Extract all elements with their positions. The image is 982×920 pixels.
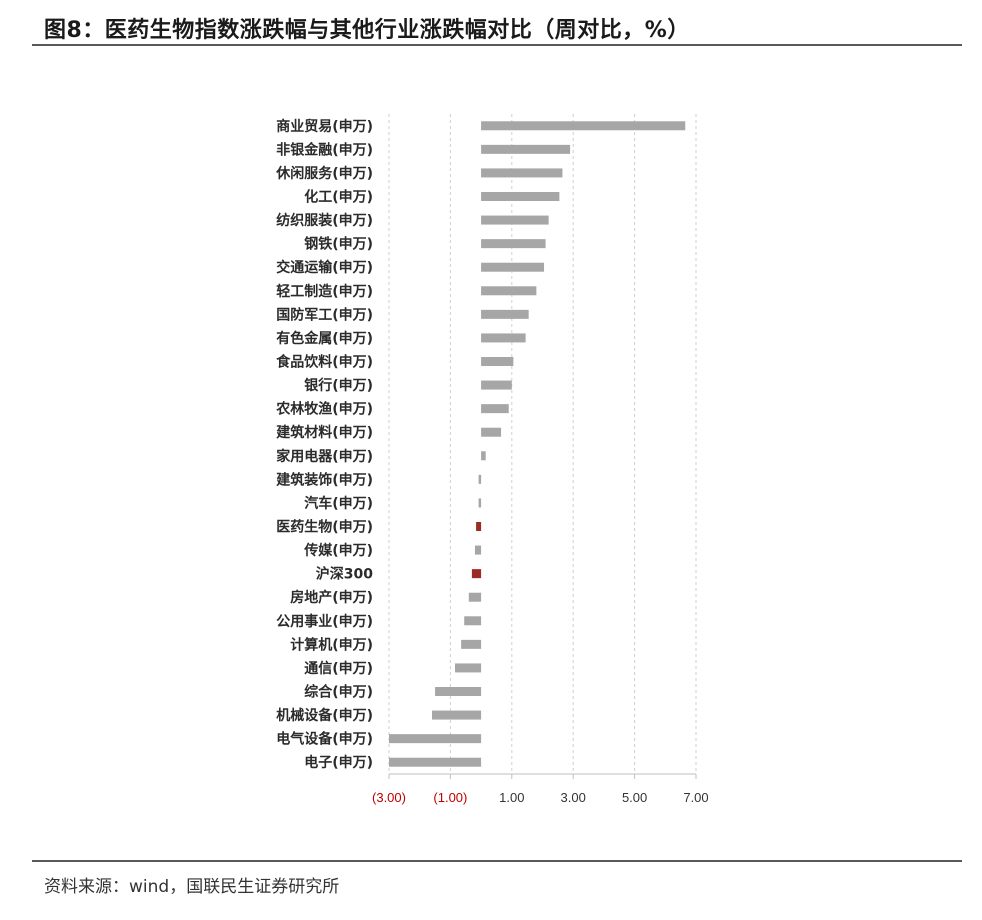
bar-26 xyxy=(389,734,482,744)
bar-12 xyxy=(481,404,509,414)
bar-22 xyxy=(461,639,482,649)
bar-21 xyxy=(464,616,482,626)
footer-divider xyxy=(32,860,962,862)
bar-3 xyxy=(481,192,560,201)
bar-17 xyxy=(476,522,482,531)
source-note: 资料来源：wind，国联民生证券研究所 xyxy=(44,877,340,897)
x-tick-label-5: 7.00 xyxy=(683,790,708,805)
bar-23 xyxy=(455,663,482,673)
category-label-24: 综合(申万) xyxy=(304,684,373,701)
x-tick-label-3: 3.00 xyxy=(561,790,586,805)
bar-20 xyxy=(468,592,482,602)
category-label-19: 沪深300 xyxy=(316,566,373,583)
bar-18 xyxy=(474,545,482,555)
category-label-21: 公用事业(申万) xyxy=(276,613,373,630)
category-label-9: 有色金属(申万) xyxy=(276,330,373,347)
bar-4 xyxy=(481,215,549,225)
category-label-16: 汽车(申万) xyxy=(304,495,373,512)
category-label-17: 医药生物(申万) xyxy=(276,519,373,536)
bar-9 xyxy=(481,333,526,343)
bar-10 xyxy=(481,357,514,366)
bar-chart: (3.00) (1.00) 1.00 3.00 5.00 7.00 商业贸易(申万) 非银金融… xyxy=(0,0,982,920)
chart-svg: (3.00) (1.00) 1.00 3.00 5.00 7.00 商业贸易(申万) 非银金融… xyxy=(275,114,709,805)
category-label-5: 钢铁(申万) xyxy=(304,236,373,253)
bar-6 xyxy=(481,262,545,272)
category-label-13: 建筑材料(申万) xyxy=(276,424,373,441)
category-label-12: 农林牧渔(申万) xyxy=(275,401,373,418)
category-label-15: 建筑装饰(申万) xyxy=(276,471,373,488)
x-tick-label-4: 5.00 xyxy=(622,790,647,805)
category-label-6: 交通运输(申万) xyxy=(276,259,373,276)
category-label-8: 国防军工(申万) xyxy=(276,306,373,323)
category-label-0: 商业贸易(申万) xyxy=(276,118,373,135)
bar-8 xyxy=(481,309,529,319)
category-label-4: 纺织服装(申万) xyxy=(276,212,373,229)
bar-5 xyxy=(481,239,546,249)
bar-15 xyxy=(478,474,482,484)
bar-16 xyxy=(478,498,482,508)
bar-14 xyxy=(481,451,486,461)
category-label-2: 休闲服务(申万) xyxy=(275,165,373,182)
category-label-22: 计算机(申万) xyxy=(290,636,373,653)
category-label-25: 机械设备(申万) xyxy=(276,707,373,724)
bar-27 xyxy=(389,757,482,767)
bar-19 xyxy=(471,569,482,579)
x-tick-label-2: 1.00 xyxy=(499,790,524,805)
category-label-18: 传媒(申万) xyxy=(303,542,373,559)
bar-0 xyxy=(481,121,686,131)
bar-24 xyxy=(435,687,482,696)
category-label-10: 食品饮料(申万) xyxy=(276,354,373,371)
bar-7 xyxy=(481,286,537,296)
bar-11 xyxy=(481,380,512,390)
x-tick-label-1: (1.00) xyxy=(433,790,467,805)
bar-25 xyxy=(431,710,482,720)
bar-13 xyxy=(481,427,502,437)
x-tick-label-0: (3.00) xyxy=(372,790,406,805)
category-label-11: 银行(申万) xyxy=(304,377,373,394)
bar-2 xyxy=(481,168,563,178)
category-label-20: 房地产(申万) xyxy=(290,589,373,606)
category-label-26: 电气设备(申万) xyxy=(276,731,373,748)
bar-1 xyxy=(481,144,571,154)
category-label-7: 轻工制造(申万) xyxy=(276,283,373,300)
category-label-1: 非银金融(申万) xyxy=(276,141,373,158)
category-label-14: 家用电器(申万) xyxy=(276,448,373,465)
category-label-27: 电子(申万) xyxy=(304,754,373,771)
category-label-3: 化工(申万) xyxy=(304,189,373,206)
category-label-23: 通信(申万) xyxy=(304,660,373,677)
